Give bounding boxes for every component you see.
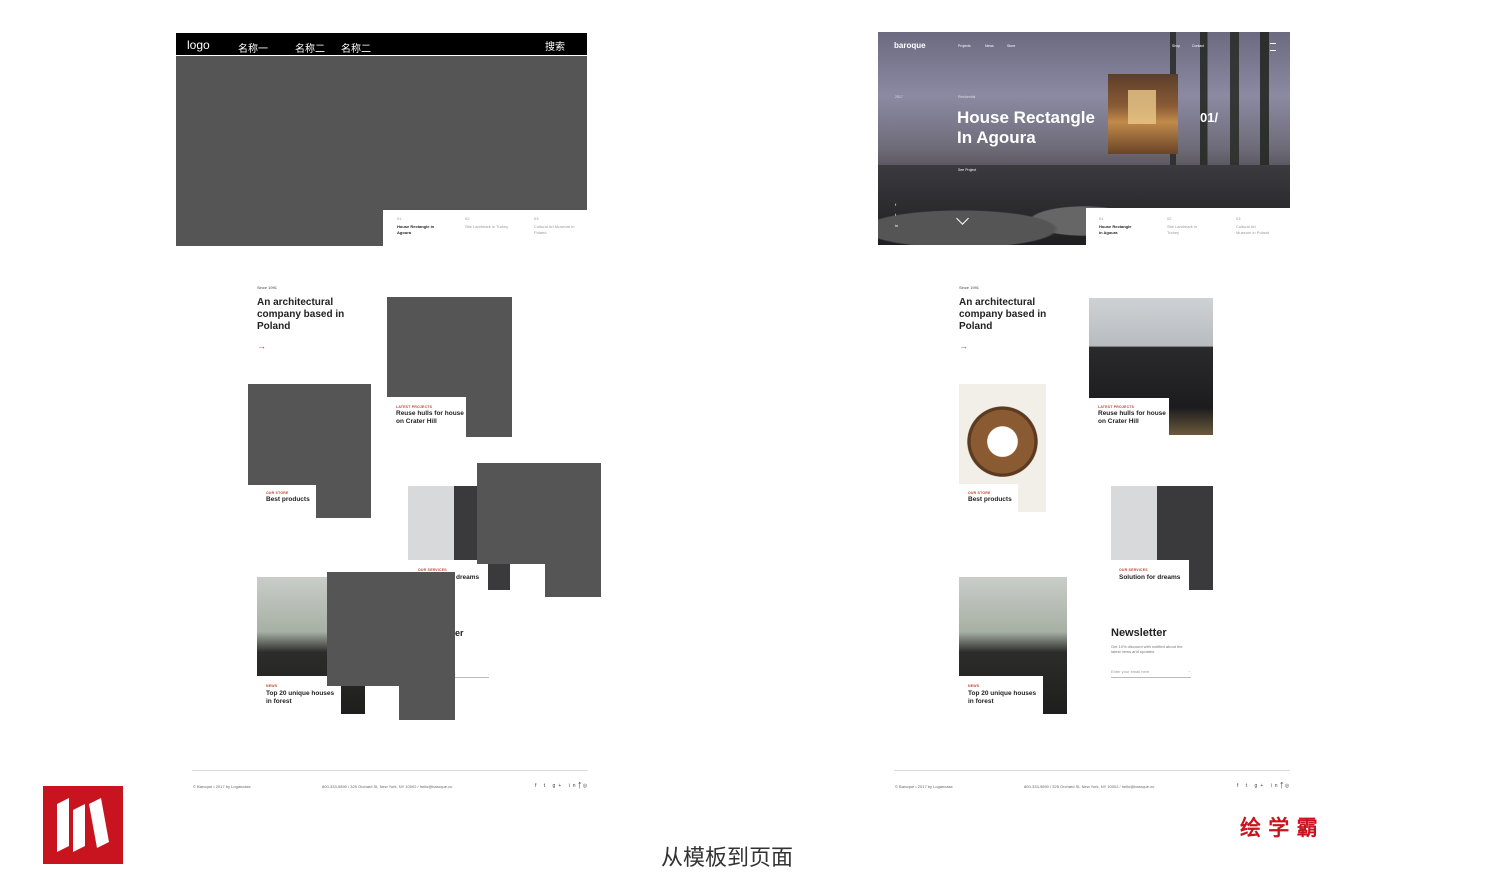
page-footer-divider [894,770,1290,771]
page-nav-item-projects[interactable]: Projects [958,44,971,48]
page-strip-num-3: 03 [1236,216,1241,221]
page-strip-title-1[interactable]: House Rectangle in Agoura [1099,224,1131,236]
template-footer-divider [192,770,588,771]
hero-see-project-link[interactable]: See Project [958,168,976,172]
template-newsletter-placeholder-tail [399,686,455,720]
template-card4-title[interactable]: Top 20 unique houses in forest [266,690,334,706]
page-card4-category: NEWS [968,684,980,688]
template-strip-title-2[interactable]: Site Landmark in Turkey [465,224,515,230]
template-nav-item-2[interactable]: 名称二 [295,40,325,55]
template-newsletter-placeholder [327,572,455,686]
template-strip-title-1[interactable]: House Rectangle in Agoura [397,224,447,236]
page-nav-item-news[interactable]: News [985,44,994,48]
page-nav-item-contact[interactable]: Contact [1192,44,1204,48]
template-footer-copyright: © Baroque • 2017 by Logancase [193,784,251,789]
template-card2-category: OUR STORE [266,491,289,495]
template-newsletter-fragment: er [455,628,464,638]
page-card2-category: OUR STORE [968,491,991,495]
hero-twitter-icon[interactable]: t [895,212,896,217]
newsletter-submit-arrow-icon[interactable]: → [1187,668,1191,673]
template-card3-placeholder [477,463,601,564]
template-logo[interactable]: logo [187,38,210,52]
template-nav-item-3[interactable]: 名称二 [341,40,371,55]
template-card1-title[interactable]: Reuse hulls for house on Crater Hill [396,410,464,426]
page-back-to-top-icon[interactable]: ↑ [1279,779,1285,791]
page-strip-num-1: 01 [1099,216,1104,221]
template-strip-num-1: 01 [397,216,402,221]
template-card2-image [248,384,371,485]
template-nav-item-1[interactable]: 名称一 [238,40,268,55]
template-card3-placeholder-tail [545,564,601,597]
page-card2-title[interactable]: Best products [968,496,1012,504]
page-strip-title-2[interactable]: Site Landmark in Turkey [1167,224,1197,236]
template-strip-num-3: 03 [534,216,539,221]
newsletter-input-line [1111,677,1191,678]
template-card3-title-fragment[interactable]: dreams [456,574,479,582]
hero-linkedin-icon[interactable]: in [895,223,898,228]
page-card1-category: LATEST PROJECTS [1098,405,1135,409]
template-intro-title: An architectural company based in Poland [257,297,345,332]
page-strip-title-3[interactable]: Cultural Art Museum in Poland [1236,224,1269,236]
hero-year: 2017 [895,95,903,99]
page-card1-title[interactable]: Reuse hulls for house on Crater Hill [1098,410,1166,426]
template-hero-placeholder [176,56,587,210]
page-logo[interactable]: baroque [894,41,926,50]
template-hero-placeholder-lower [176,210,383,246]
page-intro-title: An architectural company based in Poland [959,297,1047,332]
hero-facebook-icon[interactable]: f [895,202,896,207]
hamburger-menu-icon[interactable] [1270,43,1276,51]
newsletter-email-input[interactable]: Enter your email here [1111,669,1183,674]
newsletter-text: Get 10% discount with notified about the… [1111,644,1183,654]
template-footer-contact: 800-333-9890 / 325 Orchard St, New York,… [322,784,453,789]
page-card4-title[interactable]: Top 20 unique houses in forest [968,690,1036,706]
template-back-to-top-icon[interactable]: ↑ [577,779,583,791]
brand-logo-icon [43,786,123,864]
brand-text: 绘 学 霸 [1240,816,1318,840]
page-nav-item-store[interactable]: Store [1007,44,1015,48]
page-card3-category: OUR SERVICES [1119,568,1148,572]
house-window-graphic [1128,90,1156,124]
template-card2-title[interactable]: Best products [266,496,310,504]
template-intro-arrow-icon[interactable]: → [257,341,266,351]
template-card1-image [387,297,512,397]
hero-counter: 01/ [1200,110,1219,125]
template-card4-category: NEWS [266,684,278,688]
page-card3-title[interactable]: Solution for dreams [1119,574,1180,582]
hero-category: Residential [958,95,976,99]
template-card2-image-tail [316,485,371,518]
template-card1-category: LATEST PROJECTS [396,405,433,409]
template-search[interactable]: 搜索 [545,38,565,53]
page-nav-item-shop[interactable]: Shop [1172,44,1180,48]
template-strip-num-2: 02 [465,216,470,221]
page-footer-contact: 800-333-9890 / 325 Orchard St, New York,… [1024,784,1155,789]
page-intro-arrow-icon[interactable]: → [959,341,968,351]
template-newsletter-line [455,677,489,678]
page-strip-num-2: 02 [1167,216,1172,221]
caption: 从模板到页面 [661,846,794,871]
newsletter-title: Newsletter [1111,627,1167,639]
page-since: Since 1991 [959,285,980,290]
template-strip-title-3[interactable]: Cultural Art Museum in Poland [534,224,584,236]
template-since: Since 1991 [257,285,278,290]
template-card1-image-tail [466,397,512,437]
hero-title: House Rectangle In Agoura [957,108,1095,147]
page-footer-copyright: © Baroque • 2017 by Logancase [895,784,953,789]
